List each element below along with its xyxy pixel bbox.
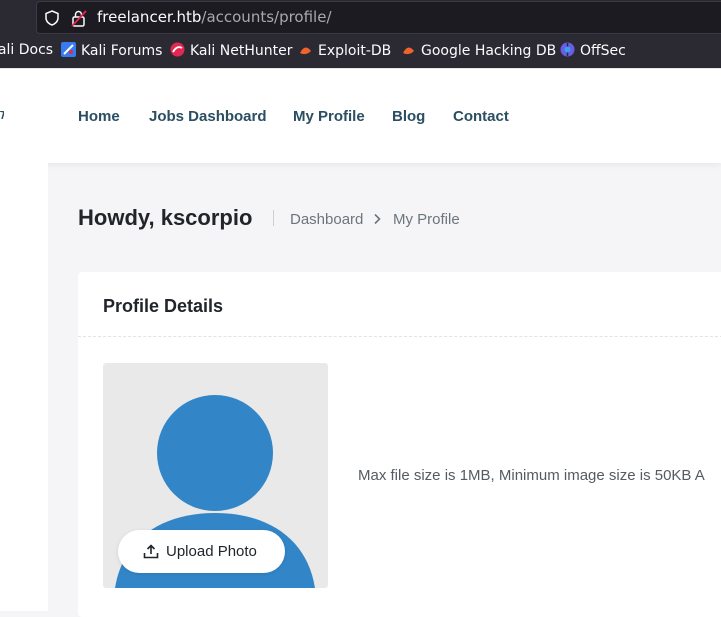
ghdb-icon — [403, 47, 414, 55]
upload-photo-label: Upload Photo — [166, 543, 257, 560]
address-bar[interactable]: freelancer.htb/accounts/profile/ — [36, 1, 721, 34]
breadcrumb-divider — [273, 210, 274, 226]
nav-my-profile[interactable]: My Profile — [293, 108, 365, 125]
bookmark-label: OffSec — [580, 43, 626, 59]
card-divider — [78, 336, 721, 337]
bookmark-kali-docs[interactable]: Kali Docs — [0, 42, 53, 58]
bookmark-offsec[interactable]: OffSec — [560, 42, 626, 59]
kali-forums-icon — [61, 42, 76, 57]
exploit-db-icon — [300, 47, 311, 55]
insecure-lock-icon[interactable] — [71, 10, 87, 27]
upload-photo-button[interactable]: Upload Photo — [118, 530, 285, 573]
bookmark-label: Google Hacking DB — [421, 43, 557, 59]
url-text[interactable]: freelancer.htb/accounts/profile/ — [97, 8, 332, 26]
offsec-icon — [560, 42, 575, 57]
breadcrumb-dashboard[interactable]: Dashboard — [290, 211, 363, 228]
page-title: Howdy, kscorpio — [78, 205, 253, 230]
browser-chrome: freelancer.htb/accounts/profile/ Kali Do… — [0, 0, 721, 68]
bookmark-label: Exploit-DB — [318, 43, 392, 59]
dashboard-sidebar — [0, 162, 48, 611]
url-path: /accounts/profile/ — [201, 8, 332, 26]
avatar: Upload Photo — [103, 363, 328, 588]
bookmark-kali-nethunter[interactable]: Kali NetHunter — [170, 42, 292, 59]
site-navbar: Home Jobs Dashboard My Profile Blog Cont… — [0, 68, 721, 163]
bookmark-label: Kali Docs — [0, 42, 54, 58]
chevron-right-icon — [374, 213, 381, 225]
file-size-hint: Max file size is 1MB, Minimum image size… — [358, 467, 705, 484]
nav-jobs-dashboard[interactable]: Jobs Dashboard — [149, 108, 267, 125]
url-host: freelancer.htb — [97, 8, 202, 26]
shield-icon[interactable] — [45, 10, 59, 26]
breadcrumb-my-profile: My Profile — [393, 211, 460, 228]
profile-details-card: Profile Details Upload Photo Max file si… — [78, 272, 721, 617]
upload-icon — [143, 544, 159, 559]
bookmark-kali-forums[interactable]: Kali Forums — [61, 42, 162, 59]
nav-home[interactable]: Home — [78, 108, 120, 125]
bookmark-label: Kali Forums — [81, 43, 163, 59]
bookmark-label: Kali NetHunter — [190, 43, 293, 59]
card-title: Profile Details — [103, 296, 224, 316]
nav-contact[interactable]: Contact — [453, 108, 509, 125]
kali-nethunter-icon — [170, 42, 185, 57]
bookmarks-bar: Kali Docs Kali Forums Kali NetHunter Exp… — [0, 38, 721, 66]
bookmark-google-hacking-db[interactable]: Google Hacking DB — [401, 42, 556, 59]
nav-blog[interactable]: Blog — [392, 108, 425, 125]
bookmark-exploit-db[interactable]: Exploit-DB — [298, 42, 391, 59]
logo-fragment-icon — [0, 111, 4, 119]
